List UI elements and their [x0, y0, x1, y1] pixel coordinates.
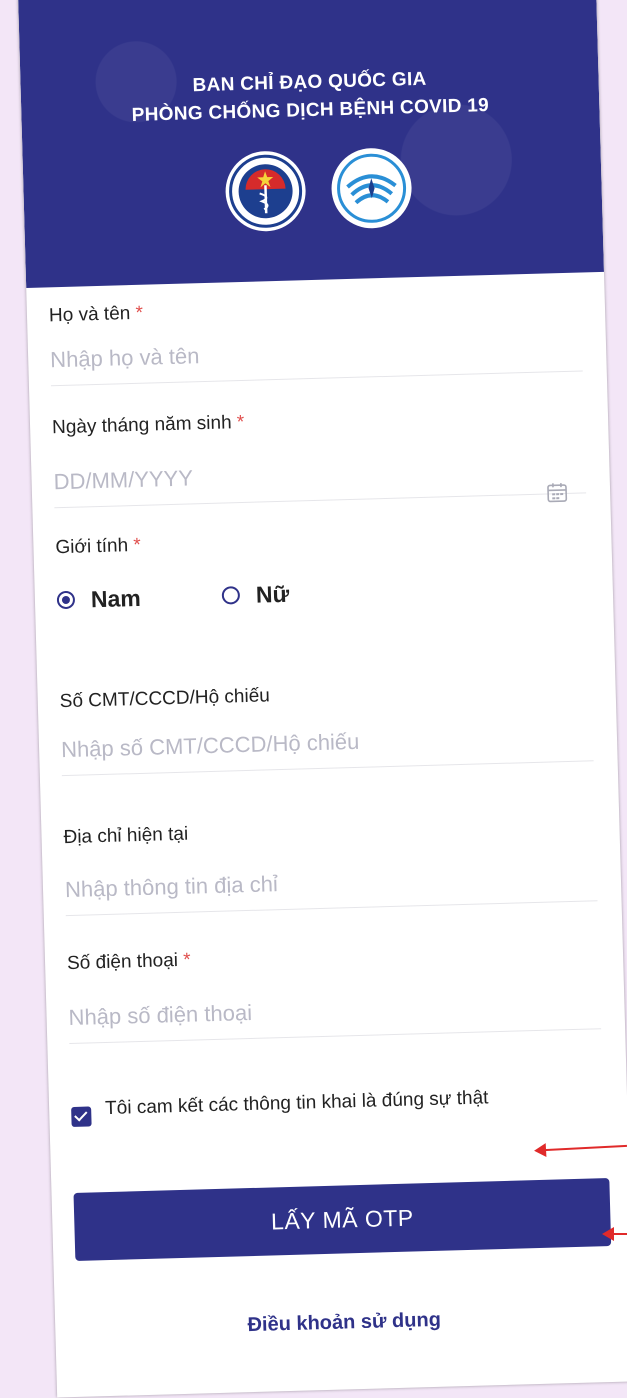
terms-of-use-link[interactable]: Điều khoản sử dụng [55, 1303, 627, 1342]
phone-label-text: Số điện thoại [67, 950, 178, 974]
full-name-input[interactable] [50, 320, 583, 386]
required-star: * [237, 412, 245, 433]
commitment-checkbox[interactable] [71, 1106, 92, 1127]
dob-input[interactable] [53, 442, 586, 508]
required-star: * [183, 950, 191, 971]
id-number-label-text: Số CMT/CCCD/Hộ chiếu [59, 685, 270, 712]
ministry-of-information-logo [328, 145, 414, 231]
id-number-label: Số CMT/CCCD/Hộ chiếu [59, 685, 270, 713]
phone-label: Số điện thoại * [67, 950, 191, 975]
address-label: Địa chỉ hiện tại [63, 824, 188, 849]
gender-radio-female[interactable]: Nữ [221, 576, 289, 614]
commitment-text: Tôi cam kết các thông tin khai là đúng s… [105, 1079, 576, 1126]
dob-label-text: Ngày tháng năm sinh [52, 412, 232, 438]
required-star: * [133, 535, 141, 556]
gender-option-male-label: Nam [91, 584, 142, 612]
full-name-label: Họ và tên * [49, 303, 144, 328]
radio-checked-icon [57, 591, 75, 609]
address-label-text: Địa chỉ hiện tại [63, 824, 188, 848]
gender-option-female-label: Nữ [255, 580, 289, 608]
dob-label: Ngày tháng năm sinh * [52, 412, 245, 439]
gender-label: Giới tính * [55, 535, 141, 559]
phone-input[interactable] [68, 978, 601, 1044]
gender-radio-group: Nam Nữ [56, 582, 57, 618]
calendar-icon[interactable] [546, 481, 569, 504]
declaration-form-card: BAN CHỈ ĐẠO QUỐC GIA PHÒNG CHỐNG DỊCH BỆ… [18, 0, 627, 1398]
required-star: * [135, 303, 143, 324]
annotation-arrow-icon [612, 1233, 627, 1235]
form-header: BAN CHỈ ĐẠO QUỐC GIA PHÒNG CHỐNG DỊCH BỆ… [18, 0, 604, 288]
radio-unchecked-icon [222, 586, 240, 604]
get-otp-button[interactable]: LẤY MÃ OTP [73, 1178, 611, 1261]
gender-radio-male[interactable]: Nam [56, 580, 141, 618]
gender-label-text: Giới tính [55, 535, 128, 558]
ministry-of-health-logo [222, 148, 308, 234]
address-input[interactable] [64, 850, 597, 916]
full-name-label-text: Họ và tên [49, 303, 131, 326]
id-number-input[interactable] [60, 710, 593, 776]
